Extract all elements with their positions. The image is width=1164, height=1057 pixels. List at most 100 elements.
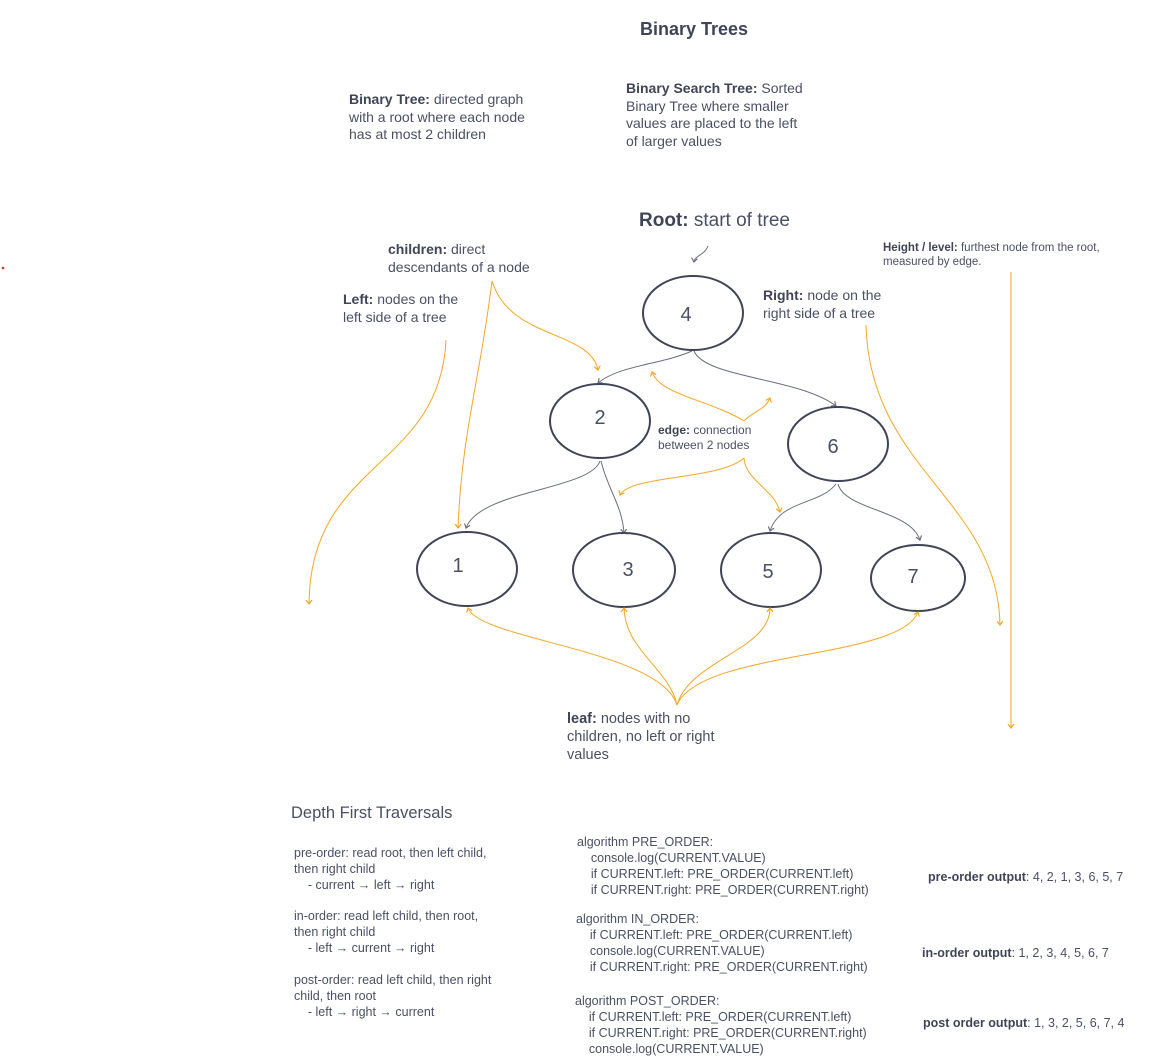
post-output-label: post order output (923, 1016, 1028, 1030)
binary-tree-term: Binary Tree: (349, 91, 430, 107)
in-desc-line-3: - left → current → right (294, 941, 435, 955)
pre-output-value: : 4, 2, 1, 3, 6, 5, 7 (1025, 870, 1124, 884)
in-output-value: : 1, 2, 3, 4, 5, 6, 7 (1011, 946, 1109, 960)
height-line-1: furthest node from the root, (957, 242, 1100, 254)
bst-line-1: Sorted (757, 80, 803, 96)
leaf-arrow-3 (624, 608, 678, 706)
children-arrow-right (491, 280, 598, 370)
in-desc-line-2: then right child (294, 925, 376, 939)
edge-6-5 (770, 483, 837, 531)
root-text: start of tree (688, 210, 790, 231)
pre-order-algorithm: algorithm PRE_ORDER: console.log(CURRENT… (577, 834, 869, 898)
stray-dot (1, 266, 5, 270)
edge-4-6 (693, 350, 836, 406)
leaf-term: leaf: (567, 711, 597, 727)
pre-order-output: pre-order output: 4, 2, 1, 3, 6, 5, 7 (928, 870, 1123, 886)
leaf-line-3: values (567, 747, 609, 764)
height-annotation: Height / level: furthest node from the r… (883, 241, 1100, 270)
post-algo-line-4: console.log(CURRENT.VALUE) (575, 1042, 764, 1056)
post-order-description: post-order: read left child, then right … (294, 972, 491, 1020)
children-term: children: (388, 241, 448, 257)
node-label-2: 2 (594, 407, 605, 429)
leaf-line-1: nodes with no (596, 711, 691, 727)
in-algo-line-1: algorithm IN_ORDER: (576, 912, 699, 926)
right-line-2: right side of a tree (763, 304, 876, 321)
bst-definition: Binary Search Tree: Sorted Binary Tree w… (626, 80, 803, 150)
pre-algo-line-3: if CURRENT.left: PRE_ORDER(CURRENT.left) (577, 867, 854, 881)
pre-desc-line-2: then right child (294, 862, 376, 876)
height-line-2: measured by edge. (883, 256, 982, 269)
in-algo-line-3: console.log(CURRENT.VALUE) (576, 944, 765, 958)
pre-algo-line-2: console.log(CURRENT.VALUE) (577, 851, 766, 865)
leaf-arrow-7 (676, 612, 918, 706)
height-term: Height / level: (883, 242, 958, 254)
leaf-annotation: leaf: nodes with no children, no left or… (567, 710, 715, 764)
root-arrow (694, 245, 709, 262)
edge-term: edge: (658, 423, 691, 437)
edge-2-3 (600, 460, 624, 533)
node-4 (642, 275, 744, 351)
post-algo-line-3: if CURRENT.right: PRE_ORDER(CURRENT.righ… (575, 1026, 867, 1040)
in-order-algorithm: algorithm IN_ORDER: if CURRENT.left: PRE… (576, 911, 868, 975)
root-annotation: Root: start of tree (639, 209, 790, 233)
binary-tree-line-1: directed graph (429, 91, 524, 107)
post-order-algorithm: algorithm POST_ORDER: if CURRENT.left: P… (575, 993, 867, 1057)
children-arrow-left (458, 280, 493, 528)
pre-output-label: pre-order output (928, 870, 1026, 884)
traversals-heading: Depth First Traversals (291, 804, 453, 822)
edge-line-2: between 2 nodes (658, 438, 750, 452)
pre-desc-line-1: pre-order: read root, then left child, (294, 846, 487, 860)
pre-order-description: pre-order: read root, then left child, t… (294, 845, 486, 893)
node-label-3: 3 (622, 559, 633, 581)
page-title: Binary Trees (640, 19, 749, 39)
post-desc-line-3: - left → right → current (294, 1005, 435, 1019)
in-order-output: in-order output: 1, 2, 3, 4, 5, 6, 7 (922, 946, 1109, 962)
left-line-2: left side of a tree (343, 308, 447, 325)
diagram-canvas: 4 2 6 1 3 5 7 (1, 245, 1164, 1057)
children-line-1: direct (447, 241, 486, 257)
post-desc-line-1: post-order: read left child, then right (294, 973, 492, 987)
in-desc-line-1: in-order: read left child, then root, (294, 909, 479, 923)
root-term: Root: (639, 210, 689, 231)
in-algo-line-2: if CURRENT.left: PRE_ORDER(CURRENT.left) (576, 928, 853, 942)
right-line-1: node on the (803, 287, 882, 303)
bst-term: Binary Search Tree: (626, 80, 758, 96)
bst-line-4: of larger values (626, 132, 722, 149)
edge-arrow-3 (620, 457, 745, 495)
pre-algo-line-1: algorithm PRE_ORDER: (577, 835, 714, 849)
in-output-label: in-order output (922, 946, 1012, 960)
post-desc-line-2: child, then root (294, 989, 376, 1003)
left-term: Left: (343, 291, 374, 307)
children-line-2: descendants of a node (388, 258, 530, 275)
node-label-1: 1 (452, 555, 463, 577)
node-label-5: 5 (762, 561, 773, 583)
leaf-arrow-5 (676, 608, 770, 706)
node-label-6: 6 (827, 436, 838, 458)
edge-4-2 (598, 350, 693, 383)
post-output-value: : 1, 3, 2, 5, 6, 7, 4 (1027, 1016, 1125, 1030)
edge-2-1 (466, 460, 601, 528)
edge-arrow-1 (652, 372, 745, 422)
edge-6-7 (837, 483, 920, 540)
in-algo-line-4: if CURRENT.right: PRE_ORDER(CURRENT.righ… (576, 960, 868, 974)
bst-line-2: Binary Tree where smaller (626, 97, 789, 114)
post-algo-line-2: if CURRENT.left: PRE_ORDER(CURRENT.left) (575, 1010, 852, 1024)
pre-desc-line-3: - current → left → right (294, 878, 435, 892)
edge-annotation: edge: connection between 2 nodes (658, 423, 751, 453)
binary-tree-line-2: with a root where each node (349, 108, 525, 125)
node-label-4: 4 (680, 304, 691, 326)
right-annotation: Right: node on the right side of a tree (763, 287, 881, 322)
node-1 (416, 531, 518, 607)
bst-line-3: values are placed to the left (626, 115, 798, 131)
binary-tree-line-3: has at most 2 children (349, 126, 486, 142)
children-annotation: children: direct descendants of a node (388, 241, 530, 276)
binary-tree-definition: Binary Tree: directed graph with a root … (349, 91, 525, 144)
node-label-7: 7 (907, 566, 918, 588)
edge-arrow-2 (743, 398, 770, 422)
edge-arrow-4 (743, 457, 780, 512)
edge-line-1: connection (690, 423, 752, 437)
right-term: Right: (763, 287, 804, 303)
post-algo-line-1: algorithm POST_ORDER: (575, 994, 720, 1008)
left-line-1: nodes on the (373, 291, 459, 307)
pre-algo-line-4: if CURRENT.right: PRE_ORDER(CURRENT.righ… (577, 883, 869, 897)
